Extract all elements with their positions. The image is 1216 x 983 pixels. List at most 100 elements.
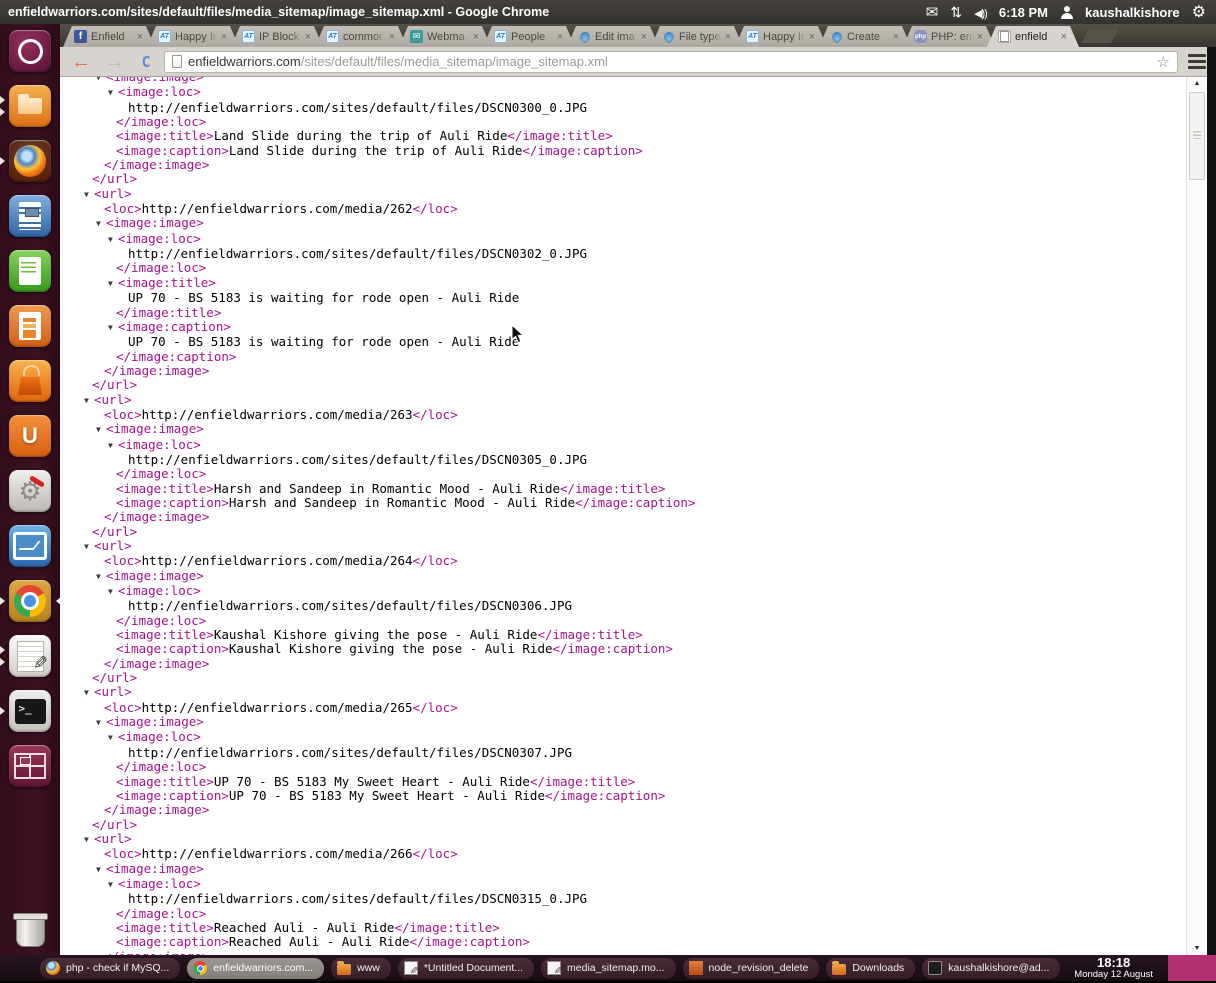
scrollbar[interactable]: ▲ ▼	[1186, 77, 1207, 955]
tab-close-icon[interactable]: ×	[807, 31, 815, 43]
browser-tab-10[interactable]: Create ×	[819, 26, 911, 47]
xml-collapse-arrow-icon[interactable]	[108, 277, 118, 291]
launcher-gedit[interactable]	[0, 635, 51, 677]
xml-text-value: Reached Auli - Auli Ride	[228, 934, 410, 950]
xml-tag: <url>	[94, 391, 132, 407]
xml-collapse-arrow-icon[interactable]	[96, 570, 106, 584]
browser-tab-6[interactable]: People ×	[483, 26, 575, 47]
xml-collapse-arrow-icon[interactable]	[96, 863, 106, 877]
taskbar-button-7[interactable]: Downloads	[826, 957, 916, 979]
launcher-system-settings[interactable]	[9, 470, 51, 512]
tab-close-icon[interactable]: ×	[1059, 31, 1067, 43]
xml-collapse-arrow-icon[interactable]	[108, 233, 118, 247]
xml-line: <image:caption>Reached Auli - Auli Ride<…	[60, 935, 1207, 949]
xml-collapse-arrow-icon[interactable]	[108, 585, 118, 599]
trash-icon	[9, 910, 51, 952]
tab-close-icon[interactable]: ×	[555, 31, 563, 43]
scrollbar-up-arrow[interactable]: ▲	[1187, 77, 1207, 90]
scrollbar-down-arrow[interactable]: ▼	[1187, 942, 1207, 955]
browser-tab-8[interactable]: File type ×	[651, 26, 743, 47]
browser-tab-4[interactable]: commor ×	[315, 26, 407, 47]
back-button[interactable]: ←	[68, 51, 94, 73]
launcher-system-monitor[interactable]	[9, 525, 51, 567]
reload-button[interactable]: C	[136, 53, 156, 71]
xml-text-value: http://enfieldwarriors.com/sites/default…	[128, 451, 588, 467]
xml-collapse-arrow-icon[interactable]	[108, 878, 118, 892]
address-bar[interactable]: enfieldwarriors.com/sites/default/files/…	[164, 50, 1178, 73]
taskbar-clock[interactable]: 18:18 Monday 12 August	[1074, 955, 1161, 981]
tray-clock[interactable]: 6:18 PM	[999, 5, 1048, 20]
tab-close-icon[interactable]: ×	[471, 31, 479, 43]
xml-tag: </loc>	[412, 201, 458, 217]
launcher-libreoffice-calc[interactable]	[9, 250, 51, 292]
tray-username[interactable]: kaushalkishore	[1085, 5, 1180, 20]
tab-close-icon[interactable]: ×	[723, 31, 731, 43]
launcher-ubuntu-one[interactable]: U	[9, 415, 51, 457]
xml-collapse-arrow-icon[interactable]	[84, 394, 94, 408]
sync-arrows-icon[interactable]	[950, 4, 962, 21]
xml-collapse-arrow-icon[interactable]	[108, 321, 118, 335]
xml-collapse-arrow-icon[interactable]	[108, 86, 118, 100]
xml-tag: </image:title>	[507, 128, 613, 144]
taskbar-button-5[interactable]: media_sitemap.mo...	[541, 957, 676, 979]
xml-collapse-arrow-icon[interactable]	[108, 731, 118, 745]
xml-tag: </image:loc>	[116, 612, 207, 628]
xml-collapse-arrow-icon[interactable]	[84, 833, 94, 847]
launcher-files[interactable]	[0, 85, 51, 127]
xml-collapse-arrow-icon[interactable]	[96, 77, 106, 85]
tab-close-icon[interactable]: ×	[387, 31, 395, 43]
xml-tag: </image:image>	[104, 655, 210, 671]
taskbar-button-2[interactable]: enfieldwarriors.com...	[187, 957, 325, 979]
webmail-favicon-icon	[410, 30, 423, 43]
mail-icon[interactable]	[926, 3, 939, 21]
browser-tab-9[interactable]: Happy Ir×	[735, 26, 827, 47]
tab-close-icon[interactable]: ×	[975, 31, 983, 43]
scrollbar-thumb[interactable]	[1189, 92, 1205, 180]
launcher-libreoffice-writer[interactable]	[9, 195, 51, 237]
xml-tag: <loc>	[104, 846, 142, 862]
xml-collapse-arrow-icon[interactable]	[96, 423, 106, 437]
browser-tab-12[interactable]: enfield ×	[987, 26, 1079, 47]
bookmark-star-icon[interactable]: ☆	[1157, 53, 1170, 71]
xml-line: <image:image>	[60, 422, 1207, 437]
forward-button[interactable]: →	[102, 51, 128, 73]
browser-tab-7[interactable]: Edit ima ×	[567, 26, 659, 47]
volume-icon[interactable]	[974, 5, 987, 20]
launcher-firefox[interactable]	[0, 140, 51, 182]
taskbar-button-6[interactable]: node_revision_delete	[682, 957, 820, 979]
launcher-google-chrome[interactable]	[0, 580, 61, 622]
xml-collapse-arrow-icon[interactable]	[96, 217, 106, 231]
taskbar-button-8[interactable]: kaushalkishore@ad...	[922, 957, 1061, 979]
php-favicon-icon	[914, 30, 927, 43]
browser-tab-2[interactable]: Happy Ir×	[147, 26, 239, 47]
xml-collapse-arrow-icon[interactable]	[108, 439, 118, 453]
tab-close-icon[interactable]: ×	[135, 31, 143, 43]
launcher-terminal[interactable]: >_	[0, 690, 51, 732]
browser-tab-11[interactable]: PHP: em×	[903, 26, 995, 47]
launcher-libreoffice-impress[interactable]	[9, 305, 51, 347]
window-title: enfieldwarriors.com/sites/default/files/…	[8, 5, 550, 19]
browser-tab-3[interactable]: IP Block×	[231, 26, 323, 47]
xml-collapse-arrow-icon[interactable]	[84, 540, 94, 554]
xml-collapse-arrow-icon[interactable]	[96, 716, 106, 730]
tab-close-icon[interactable]: ×	[639, 31, 647, 43]
chrome-menu-icon[interactable]	[1186, 53, 1208, 70]
session-gear-icon[interactable]	[1192, 2, 1206, 22]
xml-collapse-arrow-icon[interactable]	[84, 188, 94, 202]
tab-close-icon[interactable]: ×	[219, 31, 227, 43]
browser-tab-5[interactable]: Webma ×	[399, 26, 491, 47]
browser-tab-1[interactable]: Enfield ×	[63, 26, 155, 47]
launcher-trash[interactable]	[9, 910, 51, 952]
launcher-workspace-switcher[interactable]	[9, 745, 51, 787]
taskbar-button-1[interactable]: php - check if MySQ...	[40, 957, 181, 979]
taskbar-button-3[interactable]: www	[331, 957, 391, 979]
new-tab-button[interactable]	[1080, 29, 1120, 43]
launcher-ubuntu-dash[interactable]	[9, 30, 51, 72]
terminal-icon: >_	[9, 690, 51, 732]
launcher-software-center[interactable]	[9, 360, 51, 402]
tab-close-icon[interactable]: ×	[303, 31, 311, 43]
tab-close-icon[interactable]: ×	[891, 31, 899, 43]
xml-collapse-arrow-icon[interactable]	[84, 686, 94, 700]
taskbar-button-4[interactable]: *Untitled Document...	[397, 957, 535, 979]
xml-tag: </image:loc>	[116, 260, 207, 276]
